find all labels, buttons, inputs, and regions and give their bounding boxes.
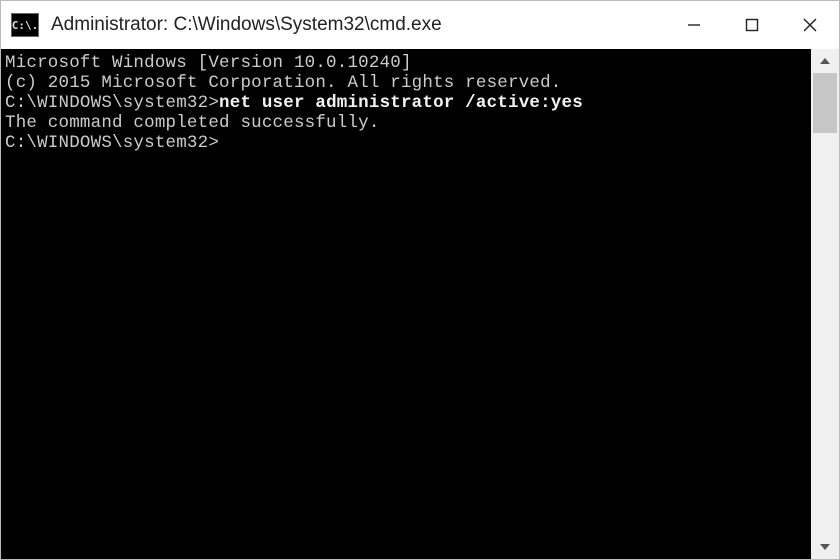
window-controls [665, 1, 839, 49]
maximize-button[interactable] [723, 1, 781, 49]
scroll-down-button[interactable] [811, 535, 839, 559]
window-title: Administrator: C:\Windows\System32\cmd.e… [51, 14, 665, 36]
chevron-down-icon [820, 544, 830, 550]
terminal-line: C:\WINDOWS\system32> [5, 133, 807, 153]
terminal-line: The command completed successfully. [5, 113, 807, 133]
client-area: Microsoft Windows [Version 10.0.10240](c… [1, 49, 839, 559]
cmd-window: C:\. Administrator: C:\Windows\System32\… [0, 0, 840, 560]
prompt: C:\WINDOWS\system32> [5, 133, 219, 153]
cmd-icon: C:\. [11, 13, 39, 37]
vertical-scrollbar[interactable] [811, 49, 839, 559]
scrollbar-thumb[interactable] [813, 73, 837, 133]
minimize-icon [687, 18, 701, 32]
terminal-line: (c) 2015 Microsoft Corporation. All righ… [5, 73, 807, 93]
titlebar[interactable]: C:\. Administrator: C:\Windows\System32\… [1, 1, 839, 49]
terminal-output[interactable]: Microsoft Windows [Version 10.0.10240](c… [1, 49, 811, 559]
terminal-line: C:\WINDOWS\system32>net user administrat… [5, 93, 807, 113]
minimize-button[interactable] [665, 1, 723, 49]
command-text: net user administrator /active:yes [219, 93, 583, 113]
close-icon [803, 18, 817, 32]
chevron-up-icon [820, 58, 830, 64]
scroll-up-button[interactable] [811, 49, 839, 73]
scrollbar-track[interactable] [811, 73, 839, 535]
close-button[interactable] [781, 1, 839, 49]
terminal-line: Microsoft Windows [Version 10.0.10240] [5, 53, 807, 73]
prompt: C:\WINDOWS\system32> [5, 93, 219, 113]
maximize-icon [745, 18, 759, 32]
